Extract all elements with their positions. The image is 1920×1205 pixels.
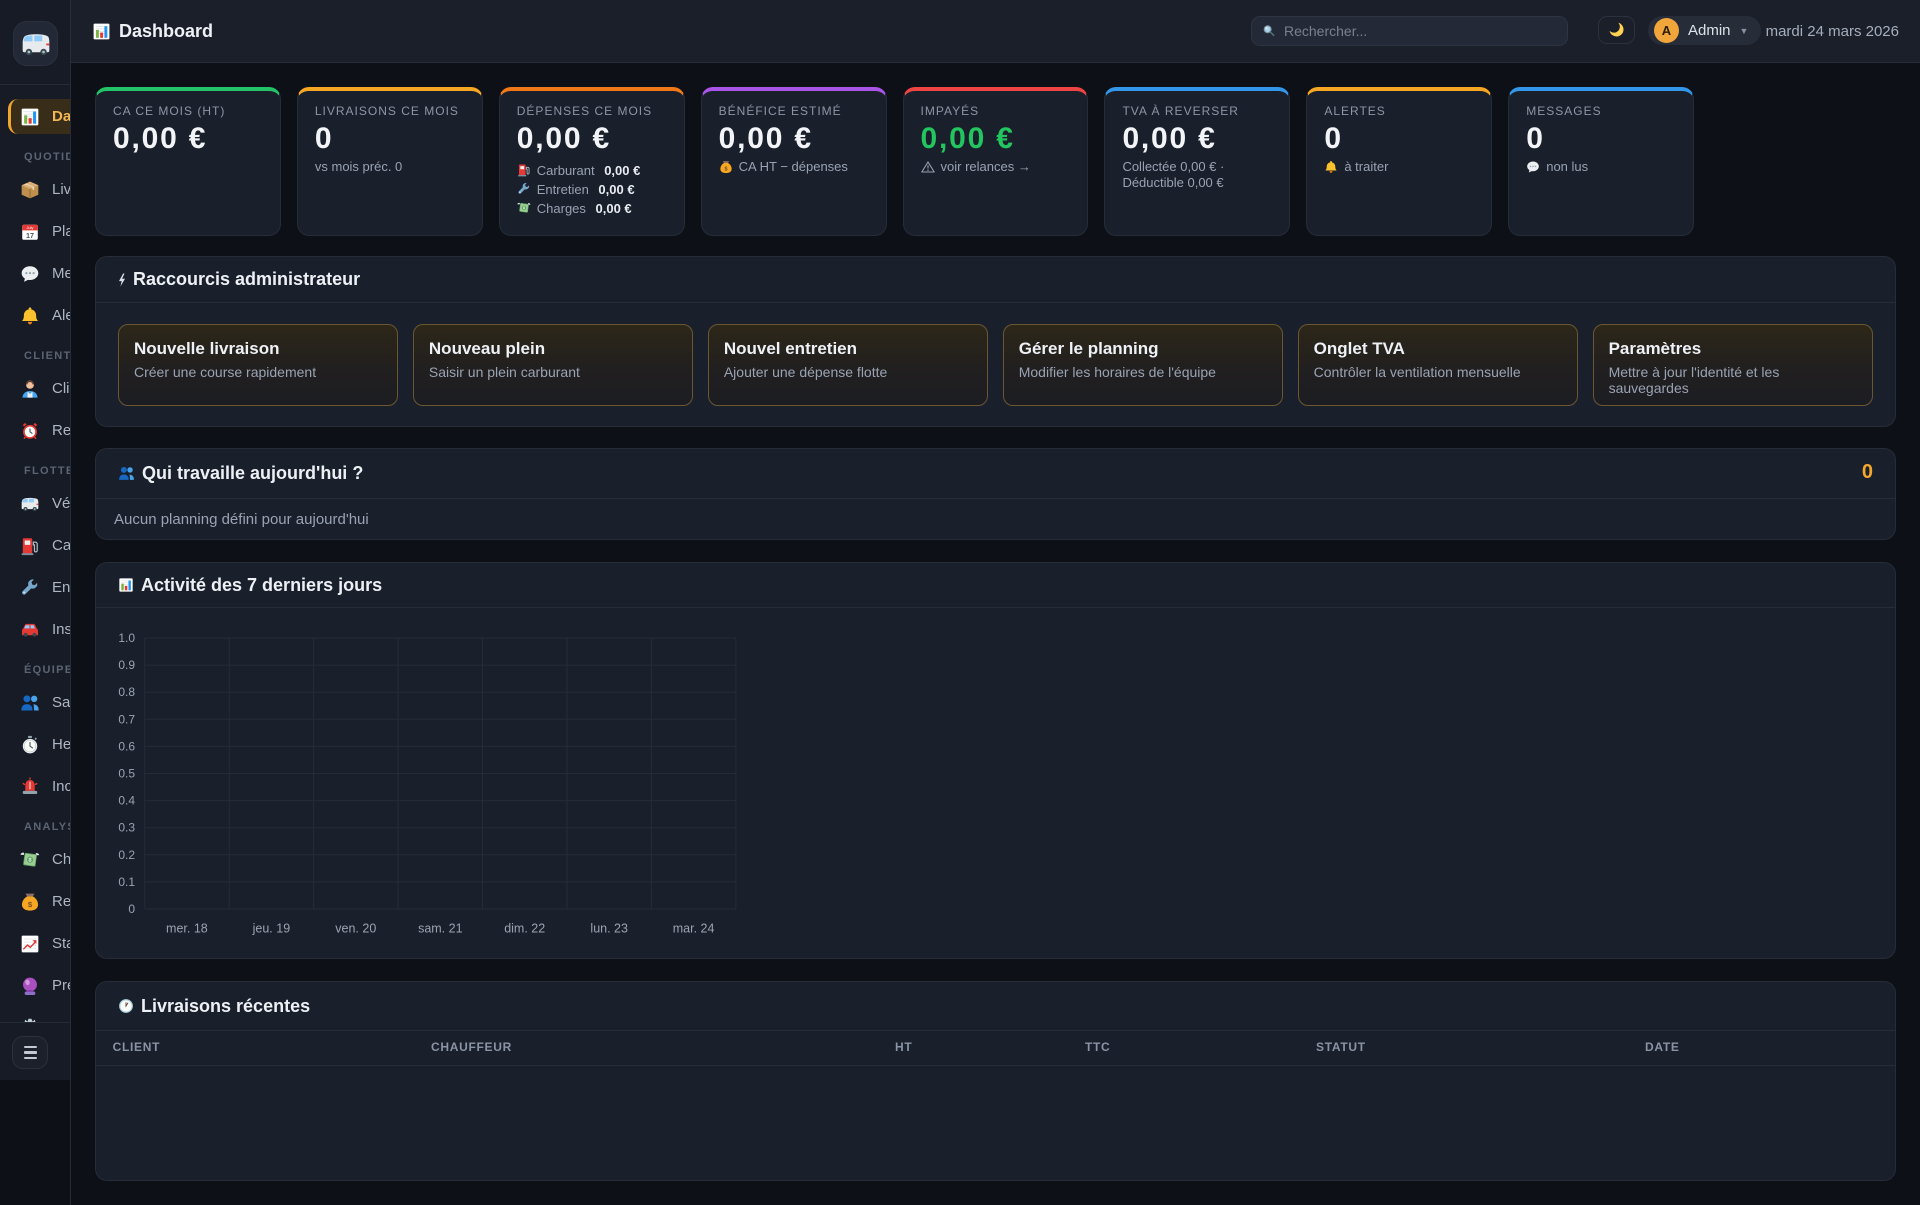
svg-text:0: 0 xyxy=(128,902,135,916)
svg-text:$: $ xyxy=(724,166,727,172)
svg-text:1.0: 1.0 xyxy=(118,631,135,645)
svg-text:dim. 22: dim. 22 xyxy=(504,922,545,936)
svg-text:sam. 21: sam. 21 xyxy=(418,922,463,936)
svg-text:0.5: 0.5 xyxy=(118,767,135,781)
svg-text:0.7: 0.7 xyxy=(118,712,135,726)
svg-text:17: 17 xyxy=(26,230,34,239)
svg-text:mer. 18: mer. 18 xyxy=(166,922,208,936)
svg-text:0.1: 0.1 xyxy=(118,875,135,889)
svg-text:jeu. 19: jeu. 19 xyxy=(252,922,291,936)
svg-text:0.6: 0.6 xyxy=(118,739,135,753)
svg-text:ven. 20: ven. 20 xyxy=(335,922,376,936)
svg-text:July: July xyxy=(27,225,34,230)
svg-text:0.3: 0.3 xyxy=(118,821,135,835)
svg-text:0.4: 0.4 xyxy=(118,794,135,808)
svg-text:lun. 23: lun. 23 xyxy=(590,922,628,936)
svg-text:$: $ xyxy=(28,900,33,909)
svg-text:0.9: 0.9 xyxy=(118,658,135,672)
svg-text:0.8: 0.8 xyxy=(118,685,135,699)
svg-text:mar. 24: mar. 24 xyxy=(673,922,715,936)
svg-text:0.2: 0.2 xyxy=(118,848,135,862)
